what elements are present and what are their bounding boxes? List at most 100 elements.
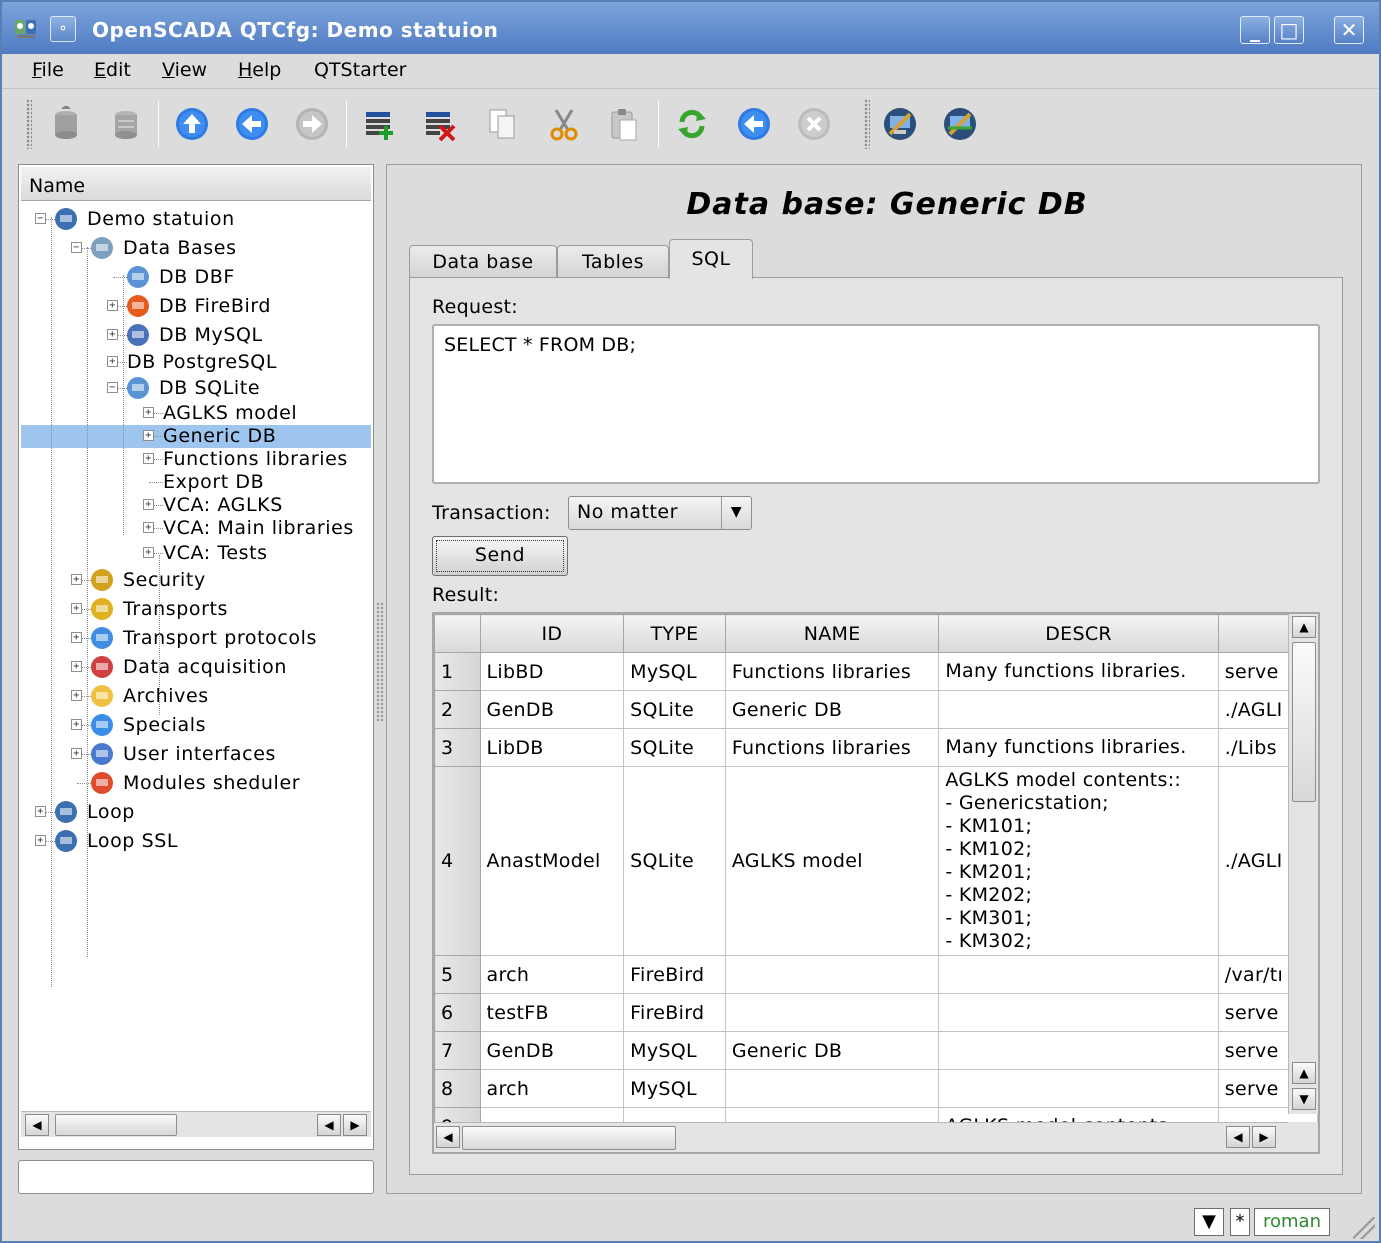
menu-qtstarter[interactable]: QTStarter — [314, 59, 406, 81]
table-cell-name[interactable]: Generic DB — [724, 690, 940, 729]
expand-icon[interactable]: + — [71, 603, 82, 614]
expand-icon[interactable]: + — [143, 522, 154, 533]
up-icon[interactable] — [174, 106, 210, 142]
table-cell-id[interactable]: arch — [479, 955, 625, 994]
expand-icon[interactable]: + — [71, 632, 82, 643]
table-cell-id[interactable]: AnastModel — [479, 766, 625, 956]
scroll-left-button[interactable]: ◀ — [317, 1114, 341, 1136]
scroll-right-button[interactable]: ▶ — [343, 1114, 367, 1136]
tree-item[interactable]: + DB MySQL — [21, 321, 371, 350]
table-cell-descr[interactable] — [938, 1031, 1219, 1070]
table-cell-id[interactable]: LibDB — [479, 728, 625, 767]
delete-item-icon[interactable] — [422, 106, 458, 142]
table-cell-id[interactable]: GenDB — [479, 1031, 625, 1070]
back-icon[interactable] — [234, 106, 270, 142]
table-row[interactable]: 4 AnastModel SQLite AGLKS model AGLKS model … — [434, 766, 1318, 956]
maximize-button[interactable]: □ — [1274, 16, 1304, 44]
table-cell-name[interactable]: Functions libraries — [724, 728, 940, 767]
table-row[interactable]: 5 arch FireBird/var/tı — [434, 955, 1318, 994]
scroll-right-button[interactable]: ▶ — [1252, 1126, 1276, 1148]
tree-item[interactable]: + DB PostgreSQL — [21, 350, 371, 375]
tree-item[interactable]: + DB FireBird — [21, 292, 371, 321]
expand-icon[interactable]: + — [71, 574, 82, 585]
toolbar-grip[interactable] — [864, 99, 870, 149]
scroll-left-button[interactable]: ◀ — [436, 1126, 460, 1148]
transaction-select[interactable]: No matter ▼ — [568, 496, 752, 530]
start-icon[interactable] — [736, 106, 772, 142]
tree-horizontal-scrollbar[interactable]: ◀ ◀ ▶ — [21, 1111, 371, 1137]
tree-item[interactable]: + AGLKS model — [21, 401, 371, 425]
column-header-id[interactable]: ID — [479, 614, 625, 653]
table-cell-n[interactable]: 6 — [434, 993, 481, 1032]
tree-item[interactable]: + Transports — [21, 595, 371, 624]
expand-icon[interactable]: + — [107, 356, 118, 367]
tree-item[interactable]: + Loop — [21, 798, 371, 827]
remote-station-icon[interactable] — [942, 106, 978, 142]
table-row[interactable]: 3 LibDB SQLite Functions libraries Many func… — [434, 728, 1318, 767]
table-cell-n[interactable]: 5 — [434, 955, 481, 994]
table-cell-type[interactable]: MySQL — [623, 1031, 726, 1070]
tree-item[interactable]: − Data Bases — [21, 234, 371, 263]
table-cell-name[interactable]: AGLKS model — [724, 766, 940, 956]
menu-help[interactable]: Help — [238, 59, 281, 81]
menu-file[interactable]: File — [32, 59, 64, 81]
table-row[interactable]: 1 LibBD MySQL Functions libraries Many funct… — [434, 652, 1318, 691]
add-item-icon[interactable] — [362, 106, 398, 142]
collapse-icon[interactable]: − — [107, 382, 118, 393]
menu-edit[interactable]: Edit — [94, 59, 131, 81]
table-cell-name[interactable]: Functions libraries — [724, 652, 940, 691]
expand-icon[interactable]: + — [143, 407, 154, 418]
tree-item[interactable]: + Generic DB — [21, 425, 371, 448]
table-cell-type[interactable]: SQLite — [623, 728, 726, 767]
toolbar-grip[interactable] — [26, 99, 32, 149]
table-cell-descr[interactable] — [938, 1069, 1219, 1108]
table-cell-descr[interactable] — [938, 993, 1219, 1032]
app-icon[interactable] — [14, 16, 38, 40]
request-textarea[interactable]: SELECT * FROM DB; — [432, 324, 1320, 484]
tree-item[interactable]: − DB SQLite — [21, 375, 371, 401]
expand-icon[interactable]: + — [71, 748, 82, 759]
collapse-icon[interactable]: − — [71, 242, 82, 253]
table-cell-name[interactable] — [724, 955, 940, 994]
cut-icon[interactable] — [546, 106, 582, 142]
expand-icon[interactable]: + — [143, 453, 154, 464]
station-icon[interactable] — [882, 106, 918, 142]
column-header-descr[interactable]: DESCR — [938, 614, 1219, 653]
expand-icon[interactable]: + — [35, 806, 46, 817]
expand-icon[interactable]: + — [71, 690, 82, 701]
forward-icon[interactable] — [294, 106, 330, 142]
result-table[interactable]: ID TYPE NAME DESCR 1 LibBD MySQL Functions … — [432, 612, 1320, 1154]
navigation-tree[interactable]: Name − Demo statuion − Data Bases DB DBF + DB … — [18, 164, 374, 1150]
column-header-name[interactable]: NAME — [724, 614, 940, 653]
stop-icon[interactable] — [796, 106, 832, 142]
tree-item[interactable]: + Transport protocols — [21, 624, 371, 653]
tree-item[interactable]: + Security — [21, 566, 371, 595]
table-row[interactable]: 6 testFB FireBird serve — [434, 993, 1318, 1032]
scroll-up-button[interactable]: ▲ — [1292, 1062, 1316, 1084]
table-cell-name[interactable] — [724, 1069, 940, 1108]
close-button[interactable]: ✕ — [1334, 16, 1364, 44]
table-cell-n[interactable]: 7 — [434, 1031, 481, 1070]
table-cell-id[interactable]: GenDB — [479, 690, 625, 729]
db-load-icon[interactable] — [48, 106, 84, 142]
table-cell-descr[interactable] — [938, 955, 1219, 994]
tree-item[interactable]: + Data acquisition — [21, 653, 371, 682]
title-bar[interactable]: ⚬ OpenSCADA QTCfg: Demo statuion _ □ ✕ — [2, 2, 1379, 54]
table-cell-descr[interactable] — [938, 690, 1219, 729]
table-cell-id[interactable]: arch — [479, 1069, 625, 1108]
scroll-handle[interactable] — [462, 1126, 676, 1150]
tree-item[interactable]: − Demo statuion — [21, 205, 371, 234]
table-cell-type[interactable]: SQLite — [623, 766, 726, 956]
table-cell-n[interactable]: 3 — [434, 728, 481, 767]
expand-icon[interactable]: + — [107, 329, 118, 340]
status-dropdown-button[interactable]: ▼ — [1194, 1208, 1224, 1236]
table-cell-type[interactable]: MySQL — [623, 652, 726, 691]
tree-item[interactable]: + Archives — [21, 682, 371, 711]
scroll-left-button[interactable]: ◀ — [1226, 1126, 1250, 1148]
table-cell-descr[interactable]: Many functions libraries. — [938, 652, 1219, 691]
splitter-handle[interactable] — [376, 602, 384, 722]
tab-sql[interactable]: SQL — [669, 239, 753, 279]
table-horizontal-scrollbar[interactable]: ◀ ◀ ▶ — [434, 1122, 1290, 1152]
scroll-down-button[interactable]: ▼ — [1292, 1088, 1316, 1110]
menu-view[interactable]: View — [162, 59, 207, 81]
